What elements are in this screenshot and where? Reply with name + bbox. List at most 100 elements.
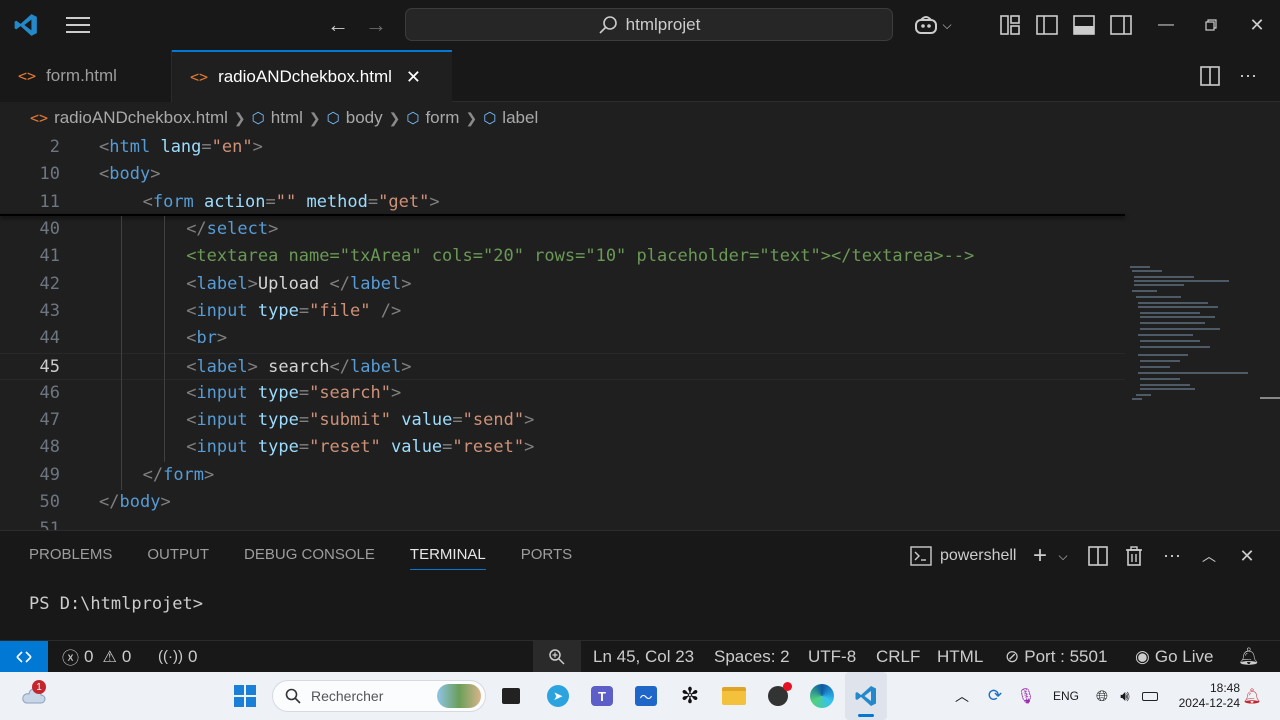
network-icon[interactable]: 🌐︎: [1092, 672, 1112, 720]
close-panel-icon[interactable]: ✕: [1235, 543, 1259, 569]
breadcrumb-label-element[interactable]: ⬡ label: [483, 108, 538, 128]
code-line[interactable]: 42 <label>Upload </label>: [0, 271, 1125, 298]
breadcrumb-form[interactable]: ⬡ form: [406, 108, 459, 128]
symbol-cube-icon: ⬡: [326, 110, 340, 127]
code-line[interactable]: 40 </select>: [0, 216, 1125, 243]
indentation[interactable]: Spaces: 2: [714, 641, 790, 672]
more-actions-icon[interactable]: ⋯: [1234, 62, 1262, 90]
sync-icon[interactable]: ⟳: [984, 672, 1006, 720]
terminal-profile[interactable]: powershell: [910, 543, 1016, 569]
code-editor[interactable]: 2 <html lang="en"> 10 <body> 11 <form action=…: [0, 134, 1280, 530]
code-line[interactable]: 43 <input type="file" />: [0, 298, 1125, 325]
tab-radioandchekbox-html[interactable]: <> radioANDchekbox.html ✕: [172, 50, 452, 102]
code-token: input: [196, 410, 248, 431]
code-token: br: [196, 328, 217, 349]
code-line[interactable]: 48 <input type="reset" value="reset">: [0, 434, 1125, 461]
line-ending[interactable]: CRLF: [876, 641, 920, 672]
breadcrumb-label: radioANDchekbox.html: [54, 108, 228, 127]
minimize-icon[interactable]: —: [1152, 10, 1180, 40]
close-tab-icon[interactable]: ✕: [406, 67, 421, 88]
tab-output[interactable]: OUTPUT: [147, 546, 209, 570]
notification-bell-icon[interactable]: 🔔︎: [1242, 672, 1262, 720]
more-actions-icon[interactable]: ⋯: [1160, 543, 1184, 569]
tab-problems[interactable]: PROBLEMS: [29, 546, 112, 570]
notifications-bell-icon[interactable]: 🔔︎: [1238, 641, 1260, 672]
maximize-panel-icon[interactable]: ︿: [1197, 543, 1221, 569]
code-line[interactable]: 2 <html lang="en">: [0, 134, 1125, 161]
encoding[interactable]: UTF-8: [808, 641, 856, 672]
customize-layout-icon[interactable]: [996, 10, 1024, 40]
microphone-icon[interactable]: 🎙︎: [1016, 672, 1036, 720]
split-terminal-icon[interactable]: [1086, 543, 1110, 569]
code-token: form: [152, 191, 194, 212]
breadcrumb-body[interactable]: ⬡ body: [327, 108, 383, 128]
show-hidden-icons-icon[interactable]: ︿: [952, 672, 972, 720]
app-red-badge-icon[interactable]: [765, 672, 792, 720]
go-live-button[interactable]: ◉ Go Live: [1135, 641, 1213, 672]
teams-icon[interactable]: T: [589, 672, 615, 720]
ports-indicator[interactable]: ((·)) 0: [158, 641, 197, 672]
start-button[interactable]: [231, 672, 259, 720]
battery-icon[interactable]: [1140, 672, 1160, 720]
code-line[interactable]: 41 <textarea name="txArea" cols="20" rows…: [0, 243, 1125, 270]
tab-form-html[interactable]: <> form.html: [0, 50, 172, 102]
scrollbar-thumb[interactable]: [1260, 397, 1280, 399]
code-line[interactable]: 10 <body>: [0, 161, 1125, 188]
command-center-search[interactable]: htmlprojet: [405, 8, 893, 41]
code-text: <textarea name="txArea" cols="20" rows="…: [186, 243, 974, 270]
split-editor-icon[interactable]: [1196, 62, 1224, 90]
panel-tabs: PROBLEMS OUTPUT DEBUG CONSOLE TERMINAL P…: [29, 546, 572, 570]
breadcrumb-html[interactable]: ⬡ html: [252, 108, 303, 128]
toggle-secondary-sidebar-icon[interactable]: [1107, 10, 1135, 40]
code-line[interactable]: 51: [0, 516, 1125, 530]
toggle-panel-icon[interactable]: [1070, 10, 1098, 40]
forward-arrow-icon[interactable]: →: [360, 10, 392, 40]
code-line[interactable]: 11 <form action="" method="get">: [0, 189, 1125, 216]
cursor-position[interactable]: Ln 45, Col 23: [593, 641, 694, 672]
live-server-port[interactable]: ⊘ Port : 5501: [1005, 641, 1107, 672]
weather-widget[interactable]: 1: [18, 672, 48, 720]
taskbar-search[interactable]: Rechercher: [272, 680, 486, 712]
code-token: >: [216, 328, 228, 349]
breadcrumb-file[interactable]: <> radioANDchekbox.html: [30, 108, 228, 128]
symbol-cube-icon: ⬡: [406, 110, 420, 127]
code-token: input: [196, 437, 248, 458]
whiteboard-icon[interactable]: 〜: [633, 672, 659, 720]
back-arrow-icon[interactable]: ←: [322, 10, 354, 40]
remote-indicator[interactable]: [0, 641, 48, 672]
telegram-icon[interactable]: ➤: [546, 672, 570, 720]
file-explorer-icon[interactable]: [720, 672, 748, 720]
code-token: >: [401, 356, 412, 377]
clock[interactable]: 18:48 2024-12-24: [1168, 672, 1240, 720]
code-line[interactable]: 46 <input type="search">: [0, 380, 1125, 407]
code-line[interactable]: 44 <br>: [0, 325, 1125, 352]
close-window-icon[interactable]: ✕: [1243, 10, 1271, 40]
tab-terminal[interactable]: TERMINAL: [409, 546, 486, 570]
code-line[interactable]: 50 </body>: [0, 489, 1125, 516]
trash-icon[interactable]: [1122, 543, 1146, 569]
input-language[interactable]: ENG: [1048, 672, 1084, 720]
vscode-taskbar-icon[interactable]: [845, 672, 887, 720]
code-line[interactable]: 47 <input type="submit" value="send">: [0, 407, 1125, 434]
terminal-prompt[interactable]: PS D:\htmlprojet>: [29, 594, 203, 614]
task-view-icon[interactable]: [500, 672, 522, 720]
volume-icon[interactable]: 🔊︎: [1115, 672, 1135, 720]
toggle-primary-sidebar-icon[interactable]: [1033, 10, 1061, 40]
copilot-icon[interactable]: ⌵: [910, 10, 956, 40]
menu-icon[interactable]: [62, 10, 94, 40]
code-line[interactable]: 49 </form>: [0, 462, 1125, 489]
problems-indicator[interactable]: ⓧ 0 ⚠ 0: [62, 641, 131, 672]
language-mode[interactable]: HTML: [937, 641, 983, 672]
code-line-current[interactable]: 45 <label> search</label>: [0, 352, 1125, 380]
new-terminal-icon[interactable]: +: [1028, 542, 1052, 569]
clock-date: 2024-12-24: [1178, 696, 1240, 710]
tab-debug-console[interactable]: DEBUG CONSOLE: [244, 546, 375, 570]
edge-icon[interactable]: [808, 672, 836, 720]
restore-icon[interactable]: [1197, 10, 1225, 40]
zoom-indicator[interactable]: [533, 641, 581, 672]
tab-ports[interactable]: PORTS: [521, 546, 572, 570]
chevron-down-icon[interactable]: ⌵: [1054, 543, 1072, 569]
code-token: =: [367, 191, 379, 212]
chatgpt-icon[interactable]: ✼: [677, 672, 703, 720]
minimap[interactable]: [1128, 264, 1248, 404]
